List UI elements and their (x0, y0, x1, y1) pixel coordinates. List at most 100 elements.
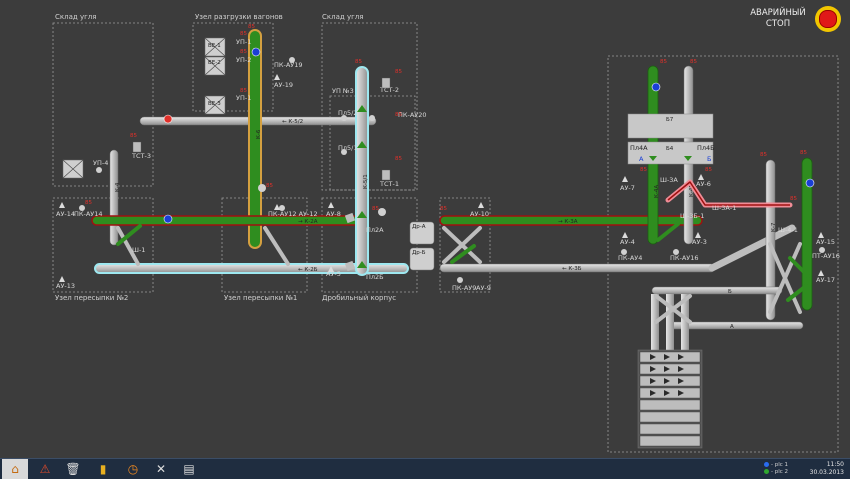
conveyor-band-b-label: Б (728, 289, 732, 295)
section-wagon-unload: Узел разгрузки вагонов (195, 13, 283, 21)
au19-label: АУ-19 (274, 81, 293, 89)
system-clock: 11:50 30.03.2013 (810, 461, 844, 477)
taskbar: ⌂ ⚠ 🗑 ▮ ◷ ✕ ▤ - plc 1 - plc 2 11:50 30.0… (0, 458, 850, 479)
home-icon: ⌂ (11, 462, 19, 476)
conveyor-band-a-label: А (730, 324, 734, 330)
bunker-stack (637, 349, 703, 449)
svg-text:85: 85 (705, 167, 712, 173)
section-crusher: Дробильный корпус (322, 294, 396, 302)
up-left-label: УП-1 (236, 94, 251, 102)
block-b4-label: Б4 (666, 146, 674, 152)
conveyor-k2b-label: ← К-2Б (298, 267, 318, 273)
svg-text:85: 85 (395, 156, 402, 162)
pl52-label: Пл5/2 (338, 109, 358, 117)
svg-text:85: 85 (266, 183, 273, 189)
pl4b-label: Пл4Б (697, 144, 715, 152)
trash-icon: 🗑 (65, 462, 81, 476)
stop-icon (819, 10, 837, 28)
conveyor-k2a-label: → К-2А (298, 219, 318, 225)
au8-label: АУ-8 (326, 210, 341, 218)
pt-au16-label: ПТ-АУ16 (812, 252, 840, 260)
au14-label: АУ-14 (56, 210, 75, 218)
emergency-stop-button[interactable] (815, 6, 841, 32)
up1-label: УП-1 (236, 38, 251, 46)
conveyor-k4-label: К-4 (115, 182, 121, 192)
au4-label: АУ-4 (620, 238, 635, 246)
pl4a-label: Пл4А (630, 144, 648, 152)
clock-date: 30.03.2013 (809, 469, 844, 476)
conveyor-k4[interactable] (109, 149, 119, 246)
clock-icon: ◷ (127, 462, 139, 476)
pl4-a-letter: А (639, 155, 644, 163)
au12-label: ПК-АУ12 АУ-12 (268, 210, 318, 218)
conveyor-k6-label: К-6 (256, 129, 262, 139)
plc2-status: - plc 2 (764, 469, 788, 476)
plc1-status: - plc 1 (764, 462, 788, 469)
plc1-indicator-icon (764, 462, 769, 467)
up2-label: УП-2 (236, 56, 251, 64)
panel-button[interactable]: ▤ (176, 459, 202, 479)
pk-au9-label: ПК-АУ9 (452, 284, 476, 292)
pl2a-label: Пл2А (366, 226, 384, 234)
alarm-icon: ⚠ (39, 462, 51, 476)
conveyor-k3a-label: → К-3А (558, 219, 578, 225)
home-button[interactable]: ⌂ (2, 459, 28, 479)
au7-label: АУ-7 (620, 184, 635, 192)
emergency-stop[interactable]: АВАРИЙНЫЙ СТОП (748, 6, 842, 42)
emergency-label-line1: АВАРИЙНЫЙ (750, 8, 806, 18)
plc1-label: - plc 1 (771, 462, 789, 468)
trash-button[interactable]: 🗑 (60, 459, 86, 479)
sh4-label: Ш-4-1 (778, 226, 798, 234)
panel-icon: ▤ (183, 462, 195, 476)
au9-label: АУ-9 (476, 284, 491, 292)
svg-text:85: 85 (240, 31, 247, 37)
svg-text:85: 85 (240, 49, 247, 55)
svg-text:85: 85 (640, 167, 647, 173)
svg-text:85: 85 (790, 196, 797, 202)
au3-label: АУ-3 (692, 238, 707, 246)
conveyor-k7[interactable] (765, 159, 776, 321)
conveyor-k52-label: ← К-5/2 (282, 119, 303, 125)
crusher-a-label: Др-А (412, 224, 426, 230)
section-coal-store-left: Склад угля (55, 13, 96, 21)
clock-button[interactable]: ◷ (120, 459, 146, 479)
svg-text:85: 85 (130, 133, 137, 139)
sh3a-label: Ш-3А-1 (712, 204, 736, 212)
plc2-indicator-icon (764, 469, 769, 474)
chart-icon: ▮ (99, 462, 107, 476)
pl2b-label: Пл2Б (366, 273, 384, 281)
section-transfer-1: Узел пересыпки №1 (224, 294, 297, 302)
alarm-button[interactable]: ⚠ (32, 459, 58, 479)
scada-diagram: Склад угля Узел разгрузки вагонов Склад … (52, 13, 840, 453)
conveyor-k51[interactable] (355, 66, 369, 276)
svg-text:85: 85 (690, 59, 697, 65)
tools-button[interactable]: ✕ (148, 459, 174, 479)
pl4-b-letter: Б (707, 155, 711, 163)
conveyor-k51-label: К-5/1 (363, 174, 369, 189)
conveyor-band-b[interactable] (651, 286, 783, 295)
frame-coal-store-right (321, 22, 418, 191)
chart-button[interactable]: ▮ (90, 459, 116, 479)
pk-au20-label: ПК-АУ20 (398, 111, 427, 119)
pl51-label: Пл5/1 (338, 144, 358, 152)
sh3a-2-label: Ш-3А (660, 176, 678, 184)
emergency-stop-label: АВАРИЙНЫЙ СТОП (748, 8, 808, 30)
pk-au14-label: ПК-АУ14 (74, 210, 103, 218)
svg-text:85: 85 (85, 200, 92, 206)
section-up3: УП №3 (332, 87, 354, 95)
ve1-label: ВЕ-1 (208, 43, 221, 49)
svg-text:85: 85 (372, 206, 379, 212)
svg-text:85: 85 (440, 206, 447, 212)
conveyor-k7-label: К-7 (771, 222, 777, 232)
emergency-label-line2: СТОП (765, 19, 791, 29)
sh1-label: Ш-1 (132, 246, 145, 254)
pk-au19-label: ПК-АУ19 (274, 61, 303, 69)
svg-text:85: 85 (760, 152, 767, 158)
tst1-label: ТСТ-1 (379, 180, 399, 188)
plc2-label: - plc 2 (771, 469, 789, 475)
au6-label: АУ-6 (696, 180, 711, 188)
pk-au4-label: ПК-АУ4 (618, 254, 642, 262)
alarm-indicator-icon[interactable] (163, 114, 173, 124)
au10-label: АУ-10 (470, 210, 489, 218)
tools-icon: ✕ (155, 462, 167, 476)
